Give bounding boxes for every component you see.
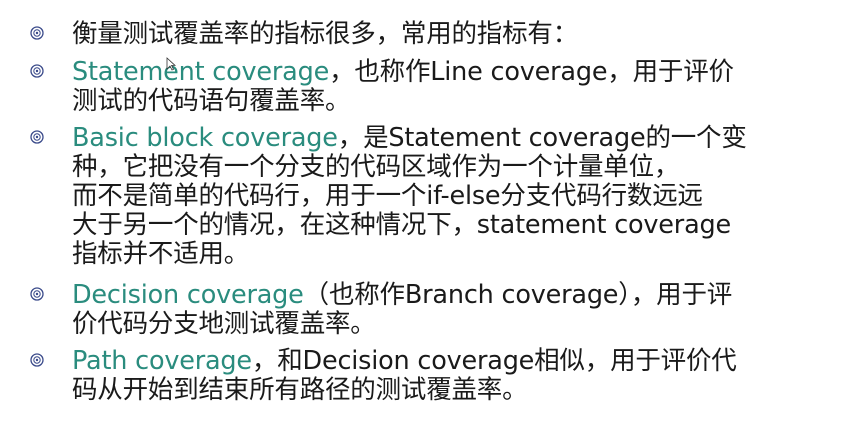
term-basic-block-coverage: Basic block coverage (72, 123, 338, 153)
item-text: Statement coverage，也称作Line coverage，用于评价… (72, 57, 734, 116)
mouse-cursor-icon (166, 57, 176, 71)
flower-bullet-icon (30, 353, 44, 367)
item-text: Path coverage，和Decision coverage相似，用于评价代… (72, 346, 737, 405)
item-text: Decision coverage（也称作Branch coverage），用于… (72, 280, 733, 339)
term-statement-coverage: Statement coverage (72, 57, 330, 87)
item-text: 衡量测试覆盖率的指标很多，常用的指标有： (72, 19, 579, 49)
item-text: Basic block coverage，是Statement coverage… (72, 123, 747, 269)
flower-bullet-icon (30, 26, 44, 40)
flower-bullet-icon (30, 64, 44, 78)
flower-bullet-icon (30, 130, 44, 144)
flower-bullet-icon (30, 287, 44, 301)
term-path-coverage: Path coverage (72, 346, 252, 376)
term-decision-coverage: Decision coverage (72, 280, 304, 310)
slide: 衡量测试覆盖率的指标很多，常用的指标有： Statement coverage，… (0, 0, 860, 426)
